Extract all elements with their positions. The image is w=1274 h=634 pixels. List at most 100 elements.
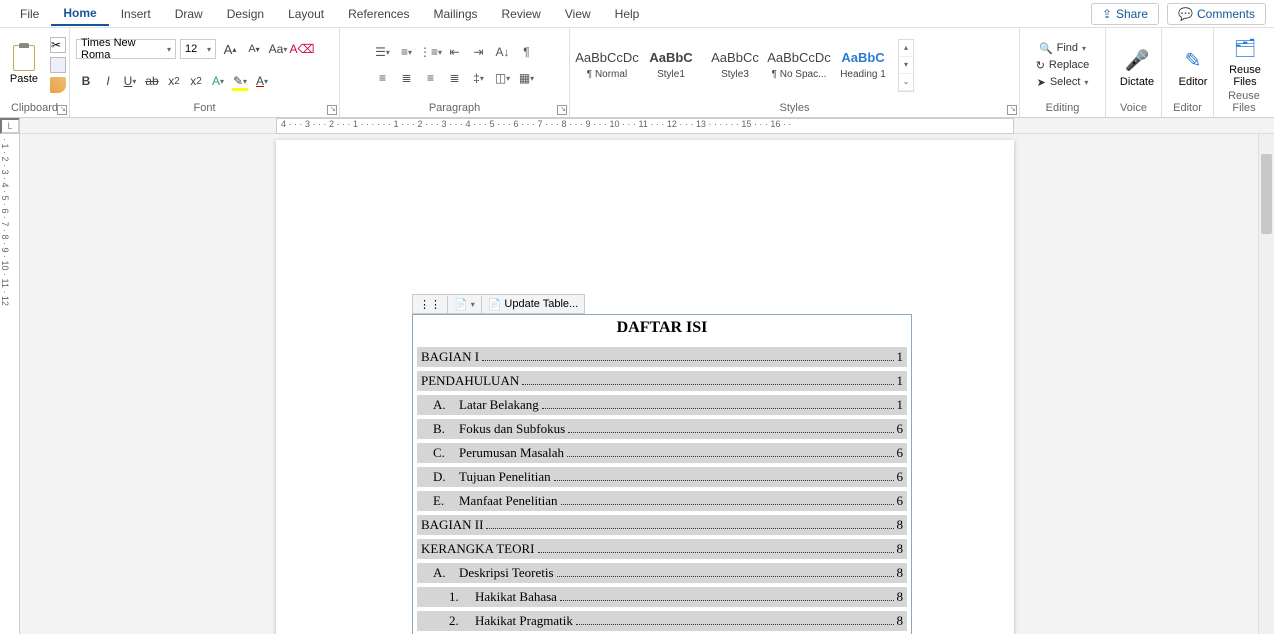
tab-help[interactable]: Help: [603, 3, 652, 25]
toc-page: 6: [897, 421, 904, 437]
underline-button[interactable]: U▾: [120, 71, 140, 91]
paste-button[interactable]: Paste: [6, 41, 42, 89]
tab-layout[interactable]: Layout: [276, 3, 336, 25]
toc-row[interactable]: PENDAHULUAN1: [417, 371, 907, 391]
numbering-button[interactable]: ≡▾: [396, 42, 418, 62]
cut-button[interactable]: ✂: [50, 37, 66, 53]
toc-row[interactable]: KERANGKA TEORI8: [417, 539, 907, 559]
toc-row[interactable]: 1.Hakikat Bahasa8: [417, 587, 907, 607]
style-preview: AaBbC: [649, 50, 692, 65]
reuse-files-button[interactable]: 🗂 Reuse Files: [1220, 30, 1270, 88]
toc-page: 1: [897, 349, 904, 365]
dictate-button[interactable]: 🎤 Dictate: [1112, 30, 1162, 100]
shrink-font-button[interactable]: A▾: [244, 39, 264, 59]
styles-scroll-down[interactable]: ▾: [899, 57, 913, 74]
styles-launcher[interactable]: ↘: [1007, 105, 1017, 115]
clipboard-launcher[interactable]: ↘: [57, 105, 67, 115]
style-item-3[interactable]: AaBbCcDc¶ No Spac...: [768, 37, 830, 93]
strike-button[interactable]: ab: [142, 71, 162, 91]
vertical-scrollbar[interactable]: [1258, 134, 1274, 634]
ruler-corner[interactable]: L: [0, 118, 20, 134]
italic-button[interactable]: I: [98, 71, 118, 91]
toc-row[interactable]: E.Manfaat Penelitian6: [417, 491, 907, 511]
line-spacing-button[interactable]: ‡▾: [468, 68, 490, 88]
tab-references[interactable]: References: [336, 3, 421, 25]
bold-button[interactable]: B: [76, 71, 96, 91]
multilevel-button[interactable]: ⋮≡▾: [420, 42, 442, 62]
bullets-button[interactable]: ☰▾: [372, 42, 394, 62]
subscript-button[interactable]: x2: [164, 71, 184, 91]
borders-button[interactable]: ▦▾: [516, 68, 538, 88]
find-button[interactable]: 🔍Find▾: [1035, 42, 1090, 55]
toc-row[interactable]: BAGIAN I1: [417, 347, 907, 367]
comments-button[interactable]: 💬Comments: [1167, 3, 1266, 25]
text-effects-button[interactable]: A▾: [208, 71, 228, 91]
replace-button[interactable]: ↻Replace: [1032, 59, 1094, 72]
toc-update-button[interactable]: 📄Update Table...: [482, 296, 585, 313]
toc-row[interactable]: 2.Hakikat Pragmatik8: [417, 611, 907, 631]
tab-draw[interactable]: Draw: [163, 3, 215, 25]
toc-row[interactable]: B.Fokus dan Subfokus6: [417, 419, 907, 439]
toc-page: 1: [897, 397, 904, 413]
toc-page: 6: [897, 493, 904, 509]
tab-home[interactable]: Home: [51, 2, 108, 26]
toc-row[interactable]: D.Tujuan Penelitian6: [417, 467, 907, 487]
toc-row[interactable]: A.Deskripsi Teoretis8: [417, 563, 907, 583]
style-item-0[interactable]: AaBbCcDc¶ Normal: [576, 37, 638, 93]
clear-format-button[interactable]: A⌫: [292, 39, 312, 59]
sort-button[interactable]: A↓: [492, 42, 514, 62]
tab-review[interactable]: Review: [490, 3, 553, 25]
horizontal-ruler[interactable]: 4 · · · 3 · · · 2 · · · 1 · · · · · · 1 …: [276, 118, 1014, 134]
copy-button[interactable]: [50, 57, 66, 73]
page-icon: 📄: [454, 298, 468, 311]
tab-insert[interactable]: Insert: [109, 3, 163, 25]
toc-row[interactable]: BAGIAN II8: [417, 515, 907, 535]
editor-button[interactable]: ✎ Editor: [1168, 30, 1218, 100]
change-case-button[interactable]: Aa▾: [268, 39, 288, 59]
font-size-combo[interactable]: 12▾: [180, 39, 216, 59]
select-button[interactable]: ➤Select▾: [1033, 76, 1093, 89]
font-color-button[interactable]: A▾: [252, 71, 272, 91]
style-item-4[interactable]: AaBbCHeading 1: [832, 37, 894, 93]
style-item-2[interactable]: AaBbCcStyle3: [704, 37, 766, 93]
share-button[interactable]: ⇪Share: [1091, 3, 1159, 25]
toc-row[interactable]: A.Latar Belakang1: [417, 395, 907, 415]
toc-field[interactable]: DAFTAR ISI BAGIAN I1PENDAHULUAN1A.Latar …: [412, 314, 912, 634]
font-name-combo[interactable]: Times New Roma▾: [76, 39, 176, 59]
tab-view[interactable]: View: [553, 3, 603, 25]
toc-handle[interactable]: ⋮⋮: [413, 296, 448, 313]
toc-marker: E.: [433, 493, 451, 509]
scrollbar-thumb[interactable]: [1261, 154, 1272, 234]
toc-row[interactable]: C.Perumusan Masalah6: [417, 443, 907, 463]
justify-button[interactable]: ≣: [444, 68, 466, 88]
font-launcher[interactable]: ↘: [327, 105, 337, 115]
toc-marker: 1.: [449, 589, 467, 605]
tab-mailings[interactable]: Mailings: [421, 3, 489, 25]
highlight-button[interactable]: ✎▾: [230, 71, 250, 91]
style-item-1[interactable]: AaBbCStyle1: [640, 37, 702, 93]
show-marks-button[interactable]: ¶: [516, 42, 538, 62]
align-right-button[interactable]: ≡: [420, 68, 442, 88]
tab-file[interactable]: File: [8, 3, 51, 25]
toc-leader: [576, 624, 894, 625]
increase-indent-button[interactable]: ⇥: [468, 42, 490, 62]
align-center-button[interactable]: ≣: [396, 68, 418, 88]
format-painter-button[interactable]: [50, 77, 66, 93]
styles-scroll[interactable]: ▴ ▾ ⌄: [898, 39, 914, 92]
grow-font-button[interactable]: A▴: [220, 39, 240, 59]
toc-entry-label: KERANGKA TEORI: [421, 541, 535, 557]
styles-expand[interactable]: ⌄: [899, 74, 913, 91]
replace-icon: ↻: [1036, 59, 1045, 72]
toc-menu-button[interactable]: 📄▾: [448, 296, 482, 313]
toc-page: 8: [897, 517, 904, 533]
vertical-ruler[interactable]: · 1 · 2 · 3 · 4 · 5 · 6 · 7 · 8 · 9 · 10…: [0, 134, 20, 634]
decrease-indent-button[interactable]: ⇤: [444, 42, 466, 62]
align-left-button[interactable]: ≡: [372, 68, 394, 88]
styles-scroll-up[interactable]: ▴: [899, 40, 913, 57]
shading-button[interactable]: ◫▾: [492, 68, 514, 88]
toc-page: 8: [897, 589, 904, 605]
styles-gallery[interactable]: AaBbCcDc¶ NormalAaBbCStyle1AaBbCcStyle3A…: [576, 37, 894, 93]
paragraph-launcher[interactable]: ↘: [557, 105, 567, 115]
tab-design[interactable]: Design: [215, 3, 276, 25]
superscript-button[interactable]: x2: [186, 71, 206, 91]
